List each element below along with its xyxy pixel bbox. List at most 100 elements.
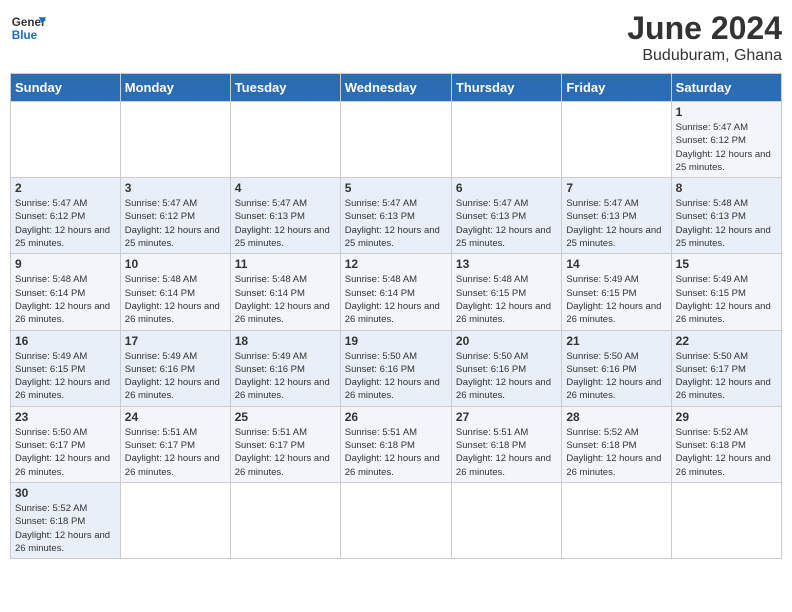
day-number: 8 — [676, 181, 777, 195]
calendar-cell: 17 Sunrise: 5:49 AMSunset: 6:16 PMDayligh… — [120, 330, 230, 406]
calendar-week-row: 2Sunrise: 5:47 AMSunset: 6:12 PMDaylight… — [11, 178, 782, 254]
calendar-cell — [340, 482, 451, 558]
day-info: Sunrise: 5:52 AMSunset: 6:18 PMDaylight:… — [676, 426, 777, 479]
calendar-cell: 28 Sunrise: 5:52 AMSunset: 6:18 PMDayligh… — [562, 406, 671, 482]
calendar-cell: 15Sunrise: 5:49 AMSunset: 6:15 PMDayligh… — [671, 254, 781, 330]
calendar-cell: 14Sunrise: 5:49 AMSunset: 6:15 PMDayligh… — [562, 254, 671, 330]
month-title: June 2024 — [627, 10, 782, 47]
day-number: 26 — [345, 410, 447, 424]
calendar-cell: 22 Sunrise: 5:50 AMSunset: 6:17 PMDayligh… — [671, 330, 781, 406]
calendar-cell — [451, 102, 561, 178]
logo-icon: General Blue — [10, 10, 46, 46]
day-info: Sunrise: 5:51 AMSunset: 6:17 PMDaylight:… — [235, 426, 336, 479]
calendar-week-row: 9 Sunrise: 5:48 AMSunset: 6:14 PMDaylight… — [11, 254, 782, 330]
day-number: 21 — [566, 334, 666, 348]
day-number: 6 — [456, 181, 557, 195]
calendar-cell: 12Sunrise: 5:48 AMSunset: 6:14 PMDayligh… — [340, 254, 451, 330]
day-number: 7 — [566, 181, 666, 195]
calendar-cell: 26 Sunrise: 5:51 AMSunset: 6:18 PMDayligh… — [340, 406, 451, 482]
calendar-cell — [562, 482, 671, 558]
day-header-saturday: Saturday — [671, 74, 781, 102]
calendar-cell: 3Sunrise: 5:47 AMSunset: 6:12 PMDaylight… — [120, 178, 230, 254]
calendar-cell — [11, 102, 121, 178]
day-number: 23 — [15, 410, 116, 424]
calendar-cell: 5Sunrise: 5:47 AMSunset: 6:13 PMDaylight… — [340, 178, 451, 254]
calendar-cell — [671, 482, 781, 558]
day-number: 15 — [676, 257, 777, 271]
calendar-cell: 24 Sunrise: 5:51 AMSunset: 6:17 PMDayligh… — [120, 406, 230, 482]
day-info: Sunrise: 5:47 AMSunset: 6:13 PMDaylight:… — [566, 197, 666, 250]
day-number: 30 — [15, 486, 116, 500]
day-info: Sunrise: 5:49 AMSunset: 6:16 PMDaylight:… — [125, 350, 226, 403]
calendar-cell: 20 Sunrise: 5:50 AMSunset: 6:16 PMDayligh… — [451, 330, 561, 406]
day-number: 24 — [125, 410, 226, 424]
title-area: June 2024 Buduburam, Ghana — [627, 10, 782, 65]
calendar-cell — [120, 102, 230, 178]
calendar-cell: 19 Sunrise: 5:50 AMSunset: 6:16 PMDayligh… — [340, 330, 451, 406]
calendar-cell: 21 Sunrise: 5:50 AMSunset: 6:16 PMDayligh… — [562, 330, 671, 406]
day-header-wednesday: Wednesday — [340, 74, 451, 102]
day-number: 27 — [456, 410, 557, 424]
day-info: Sunrise: 5:47 AMSunset: 6:12 PMDaylight:… — [125, 197, 226, 250]
day-info: Sunrise: 5:50 AMSunset: 6:16 PMDaylight:… — [345, 350, 447, 403]
calendar-cell — [230, 482, 340, 558]
calendar-body: 1Sunrise: 5:47 AMSunset: 6:12 PMDaylight… — [11, 102, 782, 559]
calendar-cell: 30 Sunrise: 5:52 AMSunset: 6:18 PMDayligh… — [11, 482, 121, 558]
calendar-week-row: 1Sunrise: 5:47 AMSunset: 6:12 PMDaylight… — [11, 102, 782, 178]
day-info: Sunrise: 5:47 AMSunset: 6:12 PMDaylight:… — [15, 197, 116, 250]
calendar-cell: 2Sunrise: 5:47 AMSunset: 6:12 PMDaylight… — [11, 178, 121, 254]
calendar-table: SundayMondayTuesdayWednesdayThursdayFrid… — [10, 73, 782, 559]
day-info: Sunrise: 5:48 AMSunset: 6:15 PMDaylight:… — [456, 273, 557, 326]
calendar-cell — [562, 102, 671, 178]
day-info: Sunrise: 5:48 AMSunset: 6:14 PMDaylight:… — [235, 273, 336, 326]
svg-text:Blue: Blue — [12, 29, 38, 42]
calendar-cell: 9 Sunrise: 5:48 AMSunset: 6:14 PMDaylight… — [11, 254, 121, 330]
day-number: 9 — [15, 257, 116, 271]
calendar-cell: 8 Sunrise: 5:48 AMSunset: 6:13 PMDaylight… — [671, 178, 781, 254]
day-number: 25 — [235, 410, 336, 424]
day-number: 14 — [566, 257, 666, 271]
header: General Blue June 2024 Buduburam, Ghana — [10, 10, 782, 65]
day-info: Sunrise: 5:51 AMSunset: 6:18 PMDaylight:… — [456, 426, 557, 479]
day-info: Sunrise: 5:48 AMSunset: 6:13 PMDaylight:… — [676, 197, 777, 250]
day-info: Sunrise: 5:50 AMSunset: 6:16 PMDaylight:… — [566, 350, 666, 403]
calendar-cell — [120, 482, 230, 558]
day-info: Sunrise: 5:49 AMSunset: 6:15 PMDaylight:… — [15, 350, 116, 403]
day-info: Sunrise: 5:47 AMSunset: 6:13 PMDaylight:… — [235, 197, 336, 250]
location: Buduburam, Ghana — [627, 47, 782, 65]
day-info: Sunrise: 5:48 AMSunset: 6:14 PMDaylight:… — [345, 273, 447, 326]
day-number: 11 — [235, 257, 336, 271]
day-number: 17 — [125, 334, 226, 348]
day-number: 28 — [566, 410, 666, 424]
day-info: Sunrise: 5:52 AMSunset: 6:18 PMDaylight:… — [566, 426, 666, 479]
day-info: Sunrise: 5:48 AMSunset: 6:14 PMDaylight:… — [125, 273, 226, 326]
calendar-header-row: SundayMondayTuesdayWednesdayThursdayFrid… — [11, 74, 782, 102]
day-header-tuesday: Tuesday — [230, 74, 340, 102]
calendar-cell: 4Sunrise: 5:47 AMSunset: 6:13 PMDaylight… — [230, 178, 340, 254]
day-info: Sunrise: 5:51 AMSunset: 6:17 PMDaylight:… — [125, 426, 226, 479]
day-info: Sunrise: 5:50 AMSunset: 6:17 PMDaylight:… — [15, 426, 116, 479]
day-number: 20 — [456, 334, 557, 348]
calendar-cell: 18Sunrise: 5:49 AMSunset: 6:16 PMDayligh… — [230, 330, 340, 406]
calendar-cell: 7 Sunrise: 5:47 AMSunset: 6:13 PMDaylight… — [562, 178, 671, 254]
day-info: Sunrise: 5:50 AMSunset: 6:17 PMDaylight:… — [676, 350, 777, 403]
day-number: 10 — [125, 257, 226, 271]
day-info: Sunrise: 5:50 AMSunset: 6:16 PMDaylight:… — [456, 350, 557, 403]
calendar-cell — [451, 482, 561, 558]
calendar-cell: 23 Sunrise: 5:50 AMSunset: 6:17 PMDayligh… — [11, 406, 121, 482]
day-info: Sunrise: 5:47 AMSunset: 6:12 PMDaylight:… — [676, 121, 777, 174]
day-number: 13 — [456, 257, 557, 271]
calendar-cell: 11 Sunrise: 5:48 AMSunset: 6:14 PMDayligh… — [230, 254, 340, 330]
day-number: 5 — [345, 181, 447, 195]
day-info: Sunrise: 5:52 AMSunset: 6:18 PMDaylight:… — [15, 502, 116, 555]
day-number: 19 — [345, 334, 447, 348]
day-header-friday: Friday — [562, 74, 671, 102]
day-info: Sunrise: 5:51 AMSunset: 6:18 PMDaylight:… — [345, 426, 447, 479]
calendar-cell: 10 Sunrise: 5:48 AMSunset: 6:14 PMDayligh… — [120, 254, 230, 330]
logo: General Blue — [10, 10, 46, 46]
day-info: Sunrise: 5:48 AMSunset: 6:14 PMDaylight:… — [15, 273, 116, 326]
day-header-monday: Monday — [120, 74, 230, 102]
calendar-cell: 27 Sunrise: 5:51 AMSunset: 6:18 PMDayligh… — [451, 406, 561, 482]
day-number: 22 — [676, 334, 777, 348]
calendar-week-row: 30 Sunrise: 5:52 AMSunset: 6:18 PMDayligh… — [11, 482, 782, 558]
